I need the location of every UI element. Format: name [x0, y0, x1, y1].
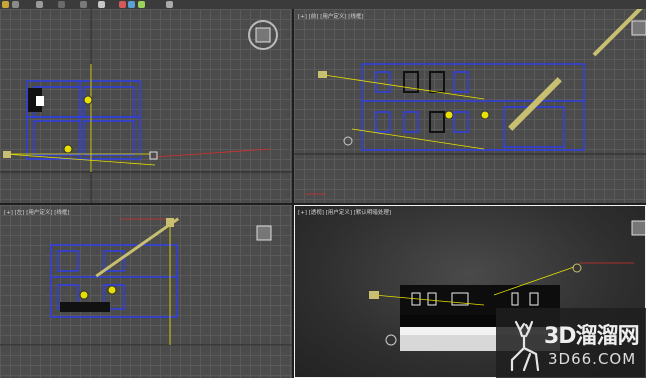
- omni-light-icon[interactable]: [79, 290, 89, 300]
- facade-wireframe: [361, 63, 585, 151]
- helper-icon: [385, 334, 397, 346]
- light-red-line: [154, 148, 271, 158]
- omni-light-icon-2[interactable]: [107, 285, 117, 295]
- plan-wireframe: [26, 80, 141, 160]
- toolbar-icon-9[interactable]: [138, 1, 145, 8]
- omni-light-icon[interactable]: [444, 110, 454, 120]
- toolbar-icon-8[interactable]: [128, 1, 135, 8]
- omni-light-icon-2[interactable]: [480, 110, 490, 120]
- watermark-url: 3D66.COM: [548, 350, 637, 368]
- toolbar-icon-6[interactable]: [98, 1, 105, 8]
- viewport-left-scene: [0, 217, 292, 346]
- viewport-front[interactable]: [+] [前] [用户定义] [线框]: [294, 9, 646, 203]
- omni-light-icon-2[interactable]: [63, 144, 73, 154]
- light-beam: [508, 77, 562, 131]
- camera-icon[interactable]: [318, 71, 327, 78]
- watermark: 3D溜溜网 3D66.COM: [496, 308, 646, 378]
- viewcube-icon[interactable]: [631, 20, 646, 36]
- camera-icon[interactable]: [166, 218, 174, 227]
- facade-windows: [403, 71, 445, 133]
- viewport-left[interactable]: [+] [左] [用户定义] [线框]: [0, 205, 292, 378]
- dark-object: [60, 302, 110, 312]
- toolbar-icon-1[interactable]: [2, 1, 9, 8]
- toolbar-icon-7[interactable]: [119, 1, 126, 8]
- main-toolbar: [0, 0, 646, 9]
- viewport-front-scene: [294, 9, 646, 195]
- toolbar-icon-2[interactable]: [12, 1, 19, 8]
- deer-logo-icon: [510, 320, 540, 372]
- toolbar-icon-5[interactable]: [80, 1, 87, 8]
- toolbar-icon-3[interactable]: [36, 1, 43, 8]
- toolbar-icon-10[interactable]: [166, 1, 173, 8]
- viewcube-icon[interactable]: [631, 220, 646, 236]
- camera-icon[interactable]: [3, 151, 11, 158]
- target-icon[interactable]: [149, 151, 158, 160]
- helper-icon: [343, 136, 353, 146]
- camera-icon[interactable]: [369, 291, 379, 299]
- watermark-title: 3D溜溜网: [544, 324, 640, 349]
- white-object: [36, 96, 44, 106]
- omni-light-icon[interactable]: [83, 95, 93, 105]
- viewcube-icon[interactable]: [248, 20, 278, 50]
- viewport-top-scene: [0, 9, 292, 203]
- viewport-top[interactable]: [0, 9, 292, 203]
- light-icon[interactable]: [572, 263, 582, 273]
- toolbar-icon-4[interactable]: [58, 1, 65, 8]
- viewcube-icon[interactable]: [256, 225, 272, 241]
